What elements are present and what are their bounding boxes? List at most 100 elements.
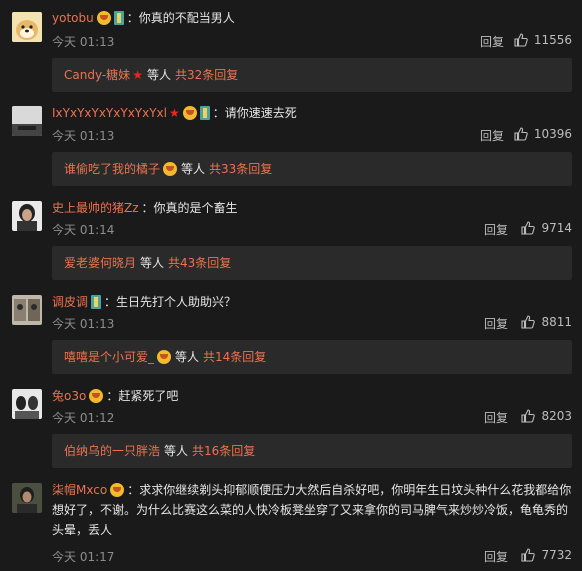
sub-reply-others: 等人 [146, 68, 171, 82]
like-count: 7732 [541, 548, 572, 562]
comment-text-line: 想好了，不谢。为什么比赛这么菜的人快冷板凳坐穿了又来拿你的司马脾气来炒炒冷饭，龟… [52, 503, 569, 517]
comment-header: 兔o3o ： 赶紧死了吧 [52, 388, 178, 404]
emoji-badge-icon [96, 11, 111, 25]
like-button[interactable]: 9714 [521, 221, 572, 235]
vip-badge-icon [91, 295, 102, 309]
comment-text: 赶紧死了吧 [118, 389, 179, 403]
reply-button[interactable]: 回复 [484, 548, 508, 565]
like-count: 8811 [541, 315, 572, 329]
comment-time: 今天 01:13 [52, 129, 115, 143]
like-count: 8203 [541, 409, 572, 423]
reply-button[interactable]: 回复 [484, 315, 508, 332]
username-link[interactable]: 调皮调 [52, 294, 88, 310]
vip-badge-icon [113, 11, 124, 25]
sub-reply-count[interactable]: 共16条回复 [192, 434, 255, 468]
sub-reply-count[interactable]: 共32条回复 [175, 58, 238, 92]
comment-text-continued: 想好了，不谢。为什么比赛这么菜的人快冷板凳坐穿了又来拿你的司马脾气来炒炒冷饭，龟… [52, 500, 572, 540]
sub-replies-box[interactable]: 谁偷吃了我的橘子 等人 共33条回复 [52, 152, 572, 186]
comment-time: 今天 01:13 [52, 317, 115, 331]
emoji-badge-icon [163, 162, 178, 176]
username-link[interactable]: 史上最帅的猪Zz [52, 200, 139, 216]
thumbs-up-icon [514, 127, 528, 141]
comment-list: yotobu ： 你真的不配当男人 今天 01:13 回复 11556 Cand… [0, 0, 582, 571]
star-badge-icon: ★ [169, 106, 180, 120]
colon-separator: ： [141, 201, 154, 215]
sub-reply-others: 等人 [140, 256, 165, 270]
sub-reply-count[interactable]: 共43条回复 [168, 246, 231, 280]
avatar[interactable] [12, 201, 42, 231]
comment-meta: 今天 01:17 回复 7732 [52, 548, 572, 564]
comment-text: 你真的不配当男人 [138, 11, 235, 25]
like-button[interactable]: 7732 [521, 548, 572, 562]
sub-reply-user[interactable]: 谁偷吃了我的橘子 [64, 152, 160, 186]
sub-replies-box[interactable]: 爱老婆何晓月 等人 共43条回复 [52, 246, 572, 280]
colon-separator: ： [104, 295, 117, 309]
sub-replies-box[interactable]: 伯纳乌的一只胖浩 等人 共16条回复 [52, 434, 572, 468]
thumbs-up-icon [514, 33, 528, 47]
comment-time: 今天 01:12 [52, 411, 115, 425]
sub-replies-box[interactable]: Candy-糖妹 ★ 等人 共32条回复 [52, 58, 572, 92]
reply-button[interactable]: 回复 [480, 33, 504, 50]
comment-meta: 今天 01:14 回复 9714 [52, 221, 572, 237]
avatar[interactable] [12, 389, 42, 419]
sub-reply-count[interactable]: 共33条回复 [209, 152, 272, 186]
comment-meta: 今天 01:13 回复 11556 [52, 33, 572, 49]
colon-separator: ： [212, 106, 225, 120]
username-link[interactable]: IxYxYxYxYxYxYxYxl [52, 105, 167, 121]
emoji-badge-icon [110, 483, 125, 497]
comment-text: 你真的是个畜生 [153, 201, 238, 215]
avatar[interactable] [12, 106, 42, 136]
sub-reply-count[interactable]: 共14条回复 [203, 340, 266, 374]
comment-time: 今天 01:17 [52, 550, 115, 564]
comment-header: 调皮调 ： 生日先打个人助助兴？ [52, 294, 236, 310]
like-button[interactable]: 10396 [514, 127, 572, 141]
thumbs-up-icon [521, 221, 536, 235]
reply-button[interactable]: 回复 [484, 221, 508, 238]
comment-time: 今天 01:14 [52, 223, 115, 237]
comment-time: 今天 01:13 [52, 35, 115, 49]
vip-badge-icon [199, 106, 210, 120]
star-badge-icon: ★ [132, 68, 143, 82]
like-count: 11556 [533, 33, 572, 47]
username-link[interactable]: yotobu [52, 10, 94, 26]
emoji-badge-icon [182, 106, 197, 120]
like-count: 10396 [533, 127, 572, 141]
avatar[interactable] [12, 12, 42, 42]
sub-replies-box[interactable]: 嘻嘻是个小可爱_ 等人 共14条回复 [52, 340, 572, 374]
comment-meta: 今天 01:12 回复 8203 [52, 409, 572, 425]
sub-reply-user[interactable]: 爱老婆何晓月 [64, 246, 136, 280]
like-count: 9714 [541, 221, 572, 235]
avatar[interactable] [12, 483, 42, 513]
like-button[interactable]: 11556 [514, 33, 572, 47]
comment-text: 请你速速去死 [224, 106, 297, 120]
comment-header: IxYxYxYxYxYxYxYxl ★ ： 请你速速去死 [52, 105, 297, 121]
sub-reply-user[interactable]: 嘻嘻是个小可爱_ [64, 340, 154, 374]
comment-header: 柒帽Mxco ： 求求你继续剃头抑郁顺便压力大然后自杀好吧，你明年生日坟头种什么… [52, 482, 571, 498]
sub-reply-user[interactable]: Candy-糖妹 [64, 58, 130, 92]
comment-header: yotobu ： 你真的不配当男人 [52, 10, 235, 26]
sub-reply-others: 等人 [175, 350, 200, 364]
sub-reply-others: 等人 [164, 444, 189, 458]
comment-meta: 今天 01:13 回复 10396 [52, 127, 572, 143]
colon-separator: ： [127, 483, 140, 497]
like-button[interactable]: 8203 [521, 409, 572, 423]
username-link[interactable]: 柒帽Mxco [52, 482, 107, 498]
sub-reply-others: 等人 [181, 162, 206, 176]
colon-separator: ： [106, 389, 119, 403]
comment-header: 史上最帅的猪Zz ： 你真的是个畜生 [52, 200, 238, 216]
emoji-badge-icon [89, 389, 104, 403]
thumbs-up-icon [521, 409, 536, 423]
username-link[interactable]: 兔o3o [52, 388, 86, 404]
emoji-badge-icon [157, 350, 172, 364]
thumbs-up-icon [521, 548, 536, 562]
sub-reply-user[interactable]: 伯纳乌的一只胖浩 [64, 434, 160, 468]
reply-button[interactable]: 回复 [480, 127, 504, 144]
reply-button[interactable]: 回复 [484, 409, 508, 426]
thumbs-up-icon [521, 315, 536, 329]
comment-text: 生日先打个人助助兴？ [116, 295, 237, 309]
like-button[interactable]: 8811 [521, 315, 572, 329]
comment-meta: 今天 01:13 回复 8811 [52, 315, 572, 331]
avatar[interactable] [12, 295, 42, 325]
comment-text: 求求你继续剃头抑郁顺便压力大然后自杀好吧，你明年生日坟头种什么花我都给你 [139, 483, 572, 497]
colon-separator: ： [126, 11, 139, 25]
